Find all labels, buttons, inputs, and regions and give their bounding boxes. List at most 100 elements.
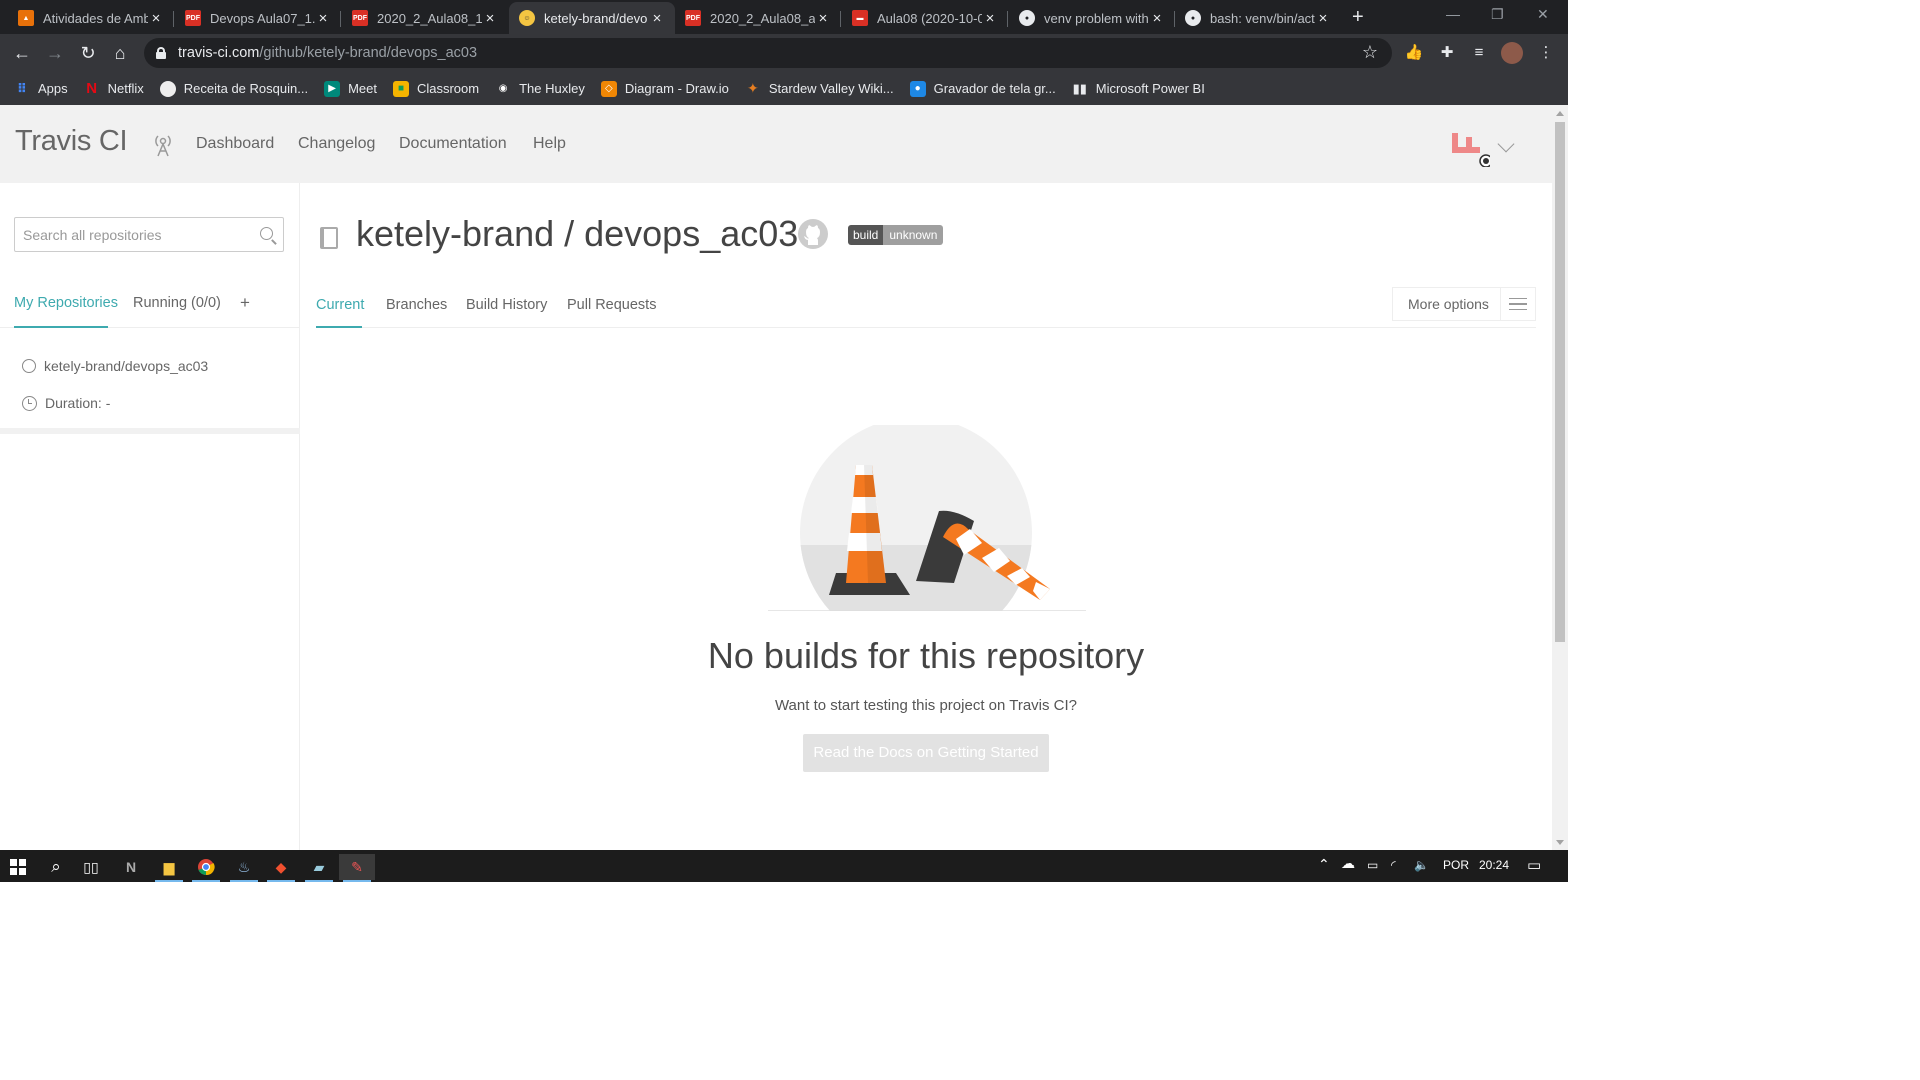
browser-tab[interactable]: PDF 2020_2_Aula08_ac ×: [675, 2, 841, 34]
browser-tab[interactable]: ● venv problem with ×: [1009, 2, 1175, 34]
home-icon[interactable]: ⌂: [108, 41, 132, 65]
file-explorer-icon[interactable]: ▆: [151, 854, 187, 882]
pdf-icon: PDF: [352, 10, 368, 26]
minimize-icon[interactable]: —: [1446, 6, 1460, 22]
tab-current[interactable]: Current: [316, 297, 364, 313]
nav-documentation[interactable]: Documentation: [399, 135, 507, 153]
media-queue-icon[interactable]: ≡: [1468, 42, 1490, 64]
tab-running[interactable]: Running (0/0): [133, 295, 221, 311]
chevron-down-icon[interactable]: [1497, 135, 1515, 153]
repo-link[interactable]: ketely-brand/devops_ac03: [44, 358, 208, 374]
notion-icon[interactable]: N: [113, 854, 149, 880]
page-scrollbar[interactable]: [1552, 105, 1568, 850]
chrome-icon[interactable]: [188, 854, 224, 882]
steam-icon[interactable]: ♨: [226, 854, 262, 882]
bookmark-drawio[interactable]: ◇ Diagram - Draw.io: [600, 80, 729, 97]
thumbs-up-extension-icon[interactable]: 👍: [1403, 42, 1425, 64]
browser-tab[interactable]: ▲ Atividades de Amb ×: [8, 2, 174, 34]
profile-avatar[interactable]: [1501, 42, 1523, 64]
bookmark-apps[interactable]: ⠿ Apps: [14, 81, 68, 97]
more-options-button[interactable]: More options: [1392, 287, 1536, 321]
tab-title: Devops Aula07_1.p: [210, 10, 315, 26]
tab-my-repositories[interactable]: My Repositories: [14, 295, 118, 311]
nav-help[interactable]: Help: [533, 135, 566, 153]
github-icon[interactable]: [797, 218, 829, 250]
tab-branches[interactable]: Branches: [386, 297, 447, 313]
menu-kebab-icon[interactable]: ⋮: [1535, 42, 1557, 64]
close-icon[interactable]: ×: [315, 10, 331, 27]
wifi-icon[interactable]: ◜: [1391, 858, 1396, 872]
clock-time[interactable]: 20:24: [1479, 858, 1509, 872]
scroll-up-arrow-icon[interactable]: [1556, 111, 1564, 116]
scrollbar-thumb[interactable]: [1555, 122, 1565, 642]
bookmark-star-icon[interactable]: ☆: [1362, 42, 1378, 63]
bookmark-meet[interactable]: ▶ Meet: [324, 80, 377, 97]
windows-taskbar: ⌕ ▯▯ N ▆ ♨ ◆ ▰ ✎ ⌃ ☁ ▭ ◜ 🔈 POR 20:24 ▭: [0, 850, 1568, 882]
windows-start-icon[interactable]: [0, 854, 36, 880]
build-status-badge[interactable]: build unknown: [848, 225, 944, 245]
notepad-icon[interactable]: ▰: [301, 854, 337, 882]
reload-icon[interactable]: ↻: [76, 41, 100, 65]
volume-icon[interactable]: 🔈: [1414, 858, 1429, 872]
close-icon[interactable]: ×: [982, 10, 998, 27]
notifications-icon[interactable]: ▭: [1527, 856, 1541, 874]
bookmark-recipe[interactable]: Receita de Rosquin...: [159, 80, 308, 97]
github-icon: ●: [1185, 10, 1201, 26]
search-input[interactable]: [15, 218, 245, 251]
close-icon[interactable]: ×: [482, 10, 498, 27]
bookmark-stardew[interactable]: ✦ Stardew Valley Wiki...: [745, 80, 894, 97]
close-icon[interactable]: ×: [649, 10, 665, 27]
nav-changelog[interactable]: Changelog: [298, 135, 375, 153]
page-title: ketely-brand / devops_ac03: [356, 213, 799, 254]
bookmark-huxley[interactable]: ◉ The Huxley: [495, 81, 585, 97]
address-bar[interactable]: travis-ci.com /github/ketely-brand/devop…: [144, 38, 1392, 68]
language-indicator[interactable]: POR: [1443, 858, 1469, 872]
task-view-icon[interactable]: ▯▯: [73, 854, 109, 880]
restore-icon[interactable]: ❐: [1491, 6, 1504, 23]
search-icon[interactable]: ⌕: [38, 854, 74, 880]
repo-list-item[interactable]: ketely-brand/devops_ac03: [22, 358, 208, 374]
browser-tab-active[interactable]: ☺ ketely-brand/devo ×: [509, 2, 675, 34]
travis-logo[interactable]: Travis CI: [15, 125, 128, 158]
getting-started-docs-button[interactable]: Read the Docs on Getting Started: [803, 734, 1049, 772]
back-icon[interactable]: ←: [10, 41, 34, 65]
bookmark-powerbi[interactable]: ▮▮ Microsoft Power BI: [1072, 81, 1205, 97]
battery-icon[interactable]: ▭: [1367, 858, 1378, 872]
close-icon[interactable]: ×: [1149, 10, 1165, 27]
bookmark-classroom[interactable]: ■ Classroom: [392, 80, 479, 97]
broadcast-icon[interactable]: [152, 133, 174, 157]
hamburger-icon[interactable]: [1499, 287, 1535, 321]
user-avatar[interactable]: [1450, 133, 1490, 167]
clock-icon: [22, 395, 37, 411]
nav-dashboard[interactable]: Dashboard: [196, 135, 274, 153]
onedrive-cloud-icon[interactable]: ☁: [1341, 855, 1355, 872]
extensions-puzzle-icon[interactable]: ✚: [1436, 42, 1458, 64]
tray-chevron-up-icon[interactable]: ⌃: [1318, 856, 1330, 873]
new-tab-button[interactable]: +: [1352, 6, 1364, 29]
git-icon[interactable]: ◆: [263, 854, 299, 882]
browser-tab[interactable]: PDF Devops Aula07_1.p ×: [175, 2, 341, 34]
browser-tab[interactable]: ▬ Aula08 (2020-10-0 ×: [842, 2, 1008, 34]
tab-build-history[interactable]: Build History: [466, 297, 547, 313]
close-icon[interactable]: ×: [815, 10, 831, 27]
active-app-icon[interactable]: ✎: [339, 854, 375, 882]
apps-grid-icon: ⠿: [16, 80, 28, 96]
tab-strip: ▲ Atividades de Amb × PDF Devops Aula07_…: [0, 0, 1568, 34]
scroll-down-arrow-icon[interactable]: [1556, 840, 1564, 845]
active-tab-indicator: [316, 326, 362, 328]
tab-pull-requests[interactable]: Pull Requests: [567, 297, 656, 313]
search-icon[interactable]: [260, 227, 273, 240]
bookmark-netflix[interactable]: N Netflix: [84, 80, 144, 97]
forward-icon[interactable]: →: [43, 41, 67, 65]
browser-tab[interactable]: ● bash: venv/bin/act ×: [1175, 2, 1341, 34]
close-window-icon[interactable]: ✕: [1537, 6, 1549, 23]
add-repository-button[interactable]: +: [240, 293, 250, 313]
bookmark-recorder[interactable]: ● Gravador de tela gr...: [909, 80, 1056, 97]
close-icon[interactable]: ×: [1315, 10, 1331, 27]
search-box: [14, 217, 284, 252]
close-icon[interactable]: ×: [148, 10, 164, 27]
badge-status: unknown: [883, 225, 944, 245]
netflix-icon: N: [86, 80, 98, 97]
browser-tab[interactable]: PDF 2020_2_Aula08_1.p ×: [342, 2, 508, 34]
main-content: ketely-brand / devops_ac03 build unknown…: [316, 183, 1536, 850]
